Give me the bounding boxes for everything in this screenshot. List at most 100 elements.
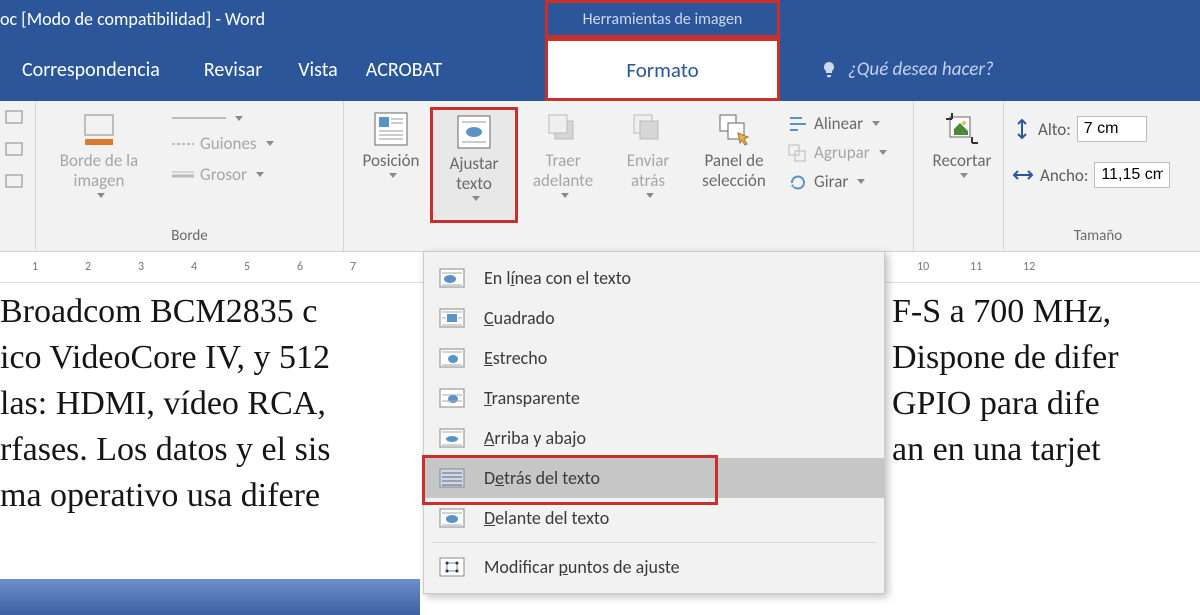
button-label: Recortar: [933, 151, 992, 171]
width-icon: [1012, 165, 1034, 185]
alinear-dropdown[interactable]: Alinear: [788, 113, 887, 134]
ancho-row: Ancho:: [1012, 161, 1184, 189]
tab-acrobat[interactable]: ACROBAT: [352, 38, 456, 101]
menu-item-label: Modificar puntos de ajuste: [484, 556, 680, 578]
button-label: Ajustar texto: [435, 154, 513, 194]
dropdown-caret-icon: [266, 141, 274, 146]
contextual-tab-group: Herramientas de imagen: [545, 0, 780, 38]
doc-text: rfases. Los datos y el sis: [0, 431, 331, 468]
ruler-tick: 3: [136, 260, 146, 274]
wrap-text-icon: [454, 112, 494, 152]
menu-item-label: Transparente: [484, 387, 580, 409]
button-label: Guiones: [200, 133, 257, 154]
height-label: Alto:: [1038, 119, 1071, 140]
tab-vista[interactable]: Vista: [284, 38, 352, 101]
wrap-topbottom-icon: [438, 426, 466, 450]
doc-text: las: HDMI, vídeo RCA,: [0, 385, 326, 422]
button-label: Grosor: [200, 164, 247, 185]
unknown-icon[interactable]: [4, 171, 31, 193]
doc-text: an en una tarjet: [892, 431, 1101, 468]
borde-imagen-button[interactable]: Borde de la imagen: [44, 107, 154, 219]
unknown-icon[interactable]: [4, 139, 31, 161]
wrap-tight[interactable]: Estrecho: [424, 338, 884, 378]
button-label: Enviar atrás: [608, 151, 688, 191]
wrap-square[interactable]: Cuadrado: [424, 298, 884, 338]
dropdown-caret-icon: [879, 150, 887, 155]
wrap-through[interactable]: Transparente: [424, 378, 884, 418]
group-tamano: Alto: Ancho: Tamaño: [1004, 101, 1192, 251]
group-organizar: Posición Ajustar texto Traer adelante: [344, 101, 914, 251]
panel-seleccion-button[interactable]: Panel de selección: [688, 107, 780, 223]
tell-me-search[interactable]: ¿Qué desea hacer?: [820, 38, 994, 101]
menu-item-label: Cuadrado: [484, 307, 555, 329]
doc-text: ma operativo usa difere: [0, 477, 320, 514]
wrap-edit-points[interactable]: Modificar puntos de ajuste: [424, 547, 884, 587]
dropdown-caret-icon: [472, 196, 480, 201]
wrap-top-bottom[interactable]: Arriba y abajo: [424, 418, 884, 458]
dropdown-caret-icon: [389, 173, 397, 178]
ruler-tick: 5: [242, 260, 252, 274]
menu-item-label: Estrecho: [484, 347, 547, 369]
wrap-behind-icon: [438, 466, 466, 490]
tab-label: Revisar: [204, 58, 262, 82]
wrap-text-menu: En línea con el texto Cuadrado Estrecho …: [423, 251, 885, 594]
style-dropdown[interactable]: [172, 113, 274, 123]
traer-adelante-button[interactable]: Traer adelante: [518, 107, 608, 223]
height-input[interactable]: [1077, 116, 1147, 142]
button-label: Alinear: [814, 113, 863, 134]
titlebar: oc [Modo de compatibilidad] - Word Herra…: [0, 0, 1200, 38]
wrap-inline[interactable]: En línea con el texto: [424, 258, 884, 298]
height-icon: [1012, 118, 1032, 140]
tab-label: Correspondencia: [22, 58, 160, 82]
tab-label: ACROBAT: [366, 58, 442, 82]
send-backward-icon: [628, 109, 668, 149]
button-label: Posición: [363, 151, 420, 171]
ruler-tick: 2: [83, 260, 93, 274]
position-icon: [371, 109, 411, 149]
tab-correspondencia[interactable]: Correspondencia: [0, 38, 182, 101]
wrap-behind-text[interactable]: Detrás del texto: [424, 458, 884, 498]
tab-revisar[interactable]: Revisar: [182, 38, 284, 101]
tab-formato-highlight: Formato: [545, 38, 780, 101]
doc-text: GPIO para dife: [892, 385, 1100, 422]
doc-text: Broadcom BCM2835 c: [0, 293, 317, 330]
width-label: Ancho:: [1040, 165, 1088, 186]
wrap-in-front-text[interactable]: Delante del texto: [424, 498, 884, 538]
tab-formato[interactable]: Formato: [548, 41, 777, 98]
unknown-icon[interactable]: [4, 107, 31, 129]
selected-image-fragment[interactable]: [0, 579, 420, 615]
button-label: Panel de selección: [688, 151, 780, 191]
ruler-tick: 6: [295, 260, 305, 274]
lightbulb-icon: [820, 61, 838, 79]
girar-dropdown[interactable]: Girar: [788, 171, 887, 192]
tell-me-placeholder: ¿Qué desea hacer?: [848, 58, 994, 81]
dropdown-caret-icon: [256, 172, 264, 177]
group-label: Borde: [44, 227, 335, 249]
doc-text: Dispone de difer: [892, 339, 1119, 376]
tab-label: Formato: [626, 57, 698, 83]
edit-points-icon: [438, 555, 466, 579]
group-partial: [0, 101, 36, 251]
ruler-tick: 1: [30, 260, 40, 274]
menu-item-label: En línea con el texto: [484, 267, 631, 289]
ribbon-tabs: Correspondencia Revisar Vista ACROBAT Fo…: [0, 38, 1200, 101]
contextual-tab-group-label: Herramientas de imagen: [583, 10, 743, 29]
width-input[interactable]: [1094, 162, 1170, 188]
recortar-button[interactable]: Recortar: [922, 107, 1002, 178]
crop-icon: [942, 109, 982, 149]
agrupar-dropdown[interactable]: Agrupar: [788, 142, 887, 163]
menu-item-label: Detrás del texto: [484, 467, 600, 489]
ribbon: Borde de la imagen Guiones Grosor: [0, 101, 1200, 252]
wrap-front-icon: [438, 506, 466, 530]
posicion-button[interactable]: Posición: [352, 107, 430, 223]
enviar-atras-button[interactable]: Enviar atrás: [608, 107, 688, 223]
ajustar-texto-button[interactable]: Ajustar texto: [430, 107, 518, 223]
border-color-icon: [79, 109, 119, 149]
tab-label: Vista: [298, 58, 338, 82]
wrap-tight-icon: [438, 346, 466, 370]
wrap-through-icon: [438, 386, 466, 410]
ruler-tick: 10: [917, 260, 927, 274]
grosor-dropdown[interactable]: Grosor: [172, 164, 274, 185]
guiones-dropdown[interactable]: Guiones: [172, 133, 274, 154]
wrap-square-icon: [438, 306, 466, 330]
